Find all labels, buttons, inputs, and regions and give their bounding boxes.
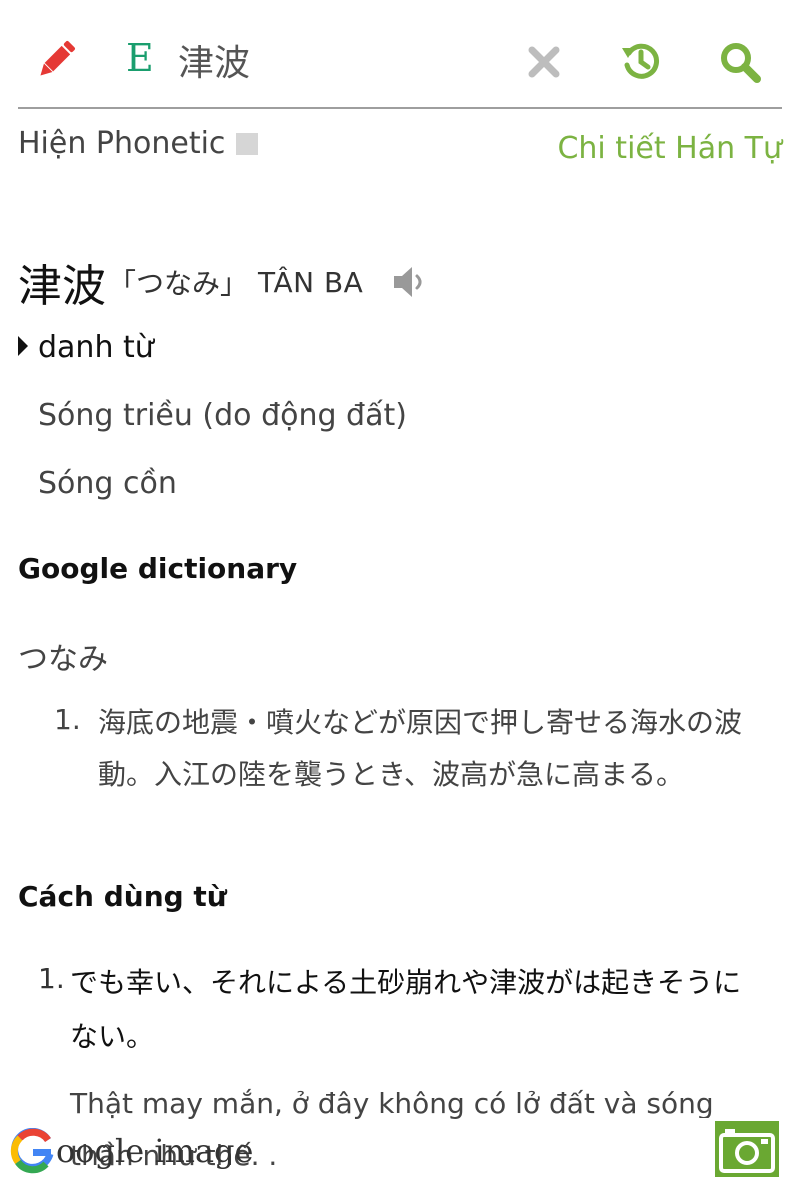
part-of-speech: danh từ: [18, 330, 154, 365]
camera-icon: [715, 1121, 779, 1177]
triangle-right-icon: [18, 336, 28, 356]
google-dictionary-title: Google dictionary: [18, 552, 298, 585]
part-of-speech-label: danh từ: [38, 330, 154, 365]
example-japanese: でも幸い、それによる土砂崩れや津波がは起きそうにない。: [70, 966, 742, 1053]
google-logo-icon: [10, 1128, 54, 1174]
definition-text: 海底の地震・噴火などが原因で押し寄せる海水の波動。入江の陸を襲うとき、波高が急に…: [98, 706, 743, 791]
search-icon[interactable]: [718, 40, 762, 84]
kanji-detail-link[interactable]: Chi tiết Hán Tự: [557, 131, 782, 166]
search-input[interactable]: [178, 36, 508, 84]
entry-han-viet: TÂN BA: [258, 265, 364, 299]
google-image-label: oogle image: [56, 1132, 254, 1170]
phonetic-checkbox[interactable]: [236, 133, 258, 155]
language-toggle[interactable]: E: [126, 36, 154, 80]
example-number: 1.: [38, 962, 65, 995]
close-icon[interactable]: [526, 44, 562, 80]
usage-title: Cách dùng từ: [18, 880, 227, 913]
google-dictionary-reading: つなみ: [18, 642, 108, 677]
entry-reading: 「つなみ」: [108, 267, 249, 300]
meaning-item: Sóng triều (do động đất): [38, 398, 407, 433]
phonetic-label: Hiện Phonetic: [18, 126, 226, 161]
meaning-item: Sóng cồn: [38, 466, 177, 501]
camera-button[interactable]: [696, 1118, 800, 1182]
history-icon[interactable]: [620, 40, 662, 82]
search-bar: E: [18, 0, 782, 109]
entry-header: 津波「つなみ」 TÂN BA: [18, 250, 428, 312]
speaker-icon[interactable]: [392, 264, 428, 300]
definition-number: 1.: [54, 703, 81, 736]
entry-word: 津波: [18, 261, 106, 312]
pencil-icon[interactable]: [36, 40, 76, 80]
